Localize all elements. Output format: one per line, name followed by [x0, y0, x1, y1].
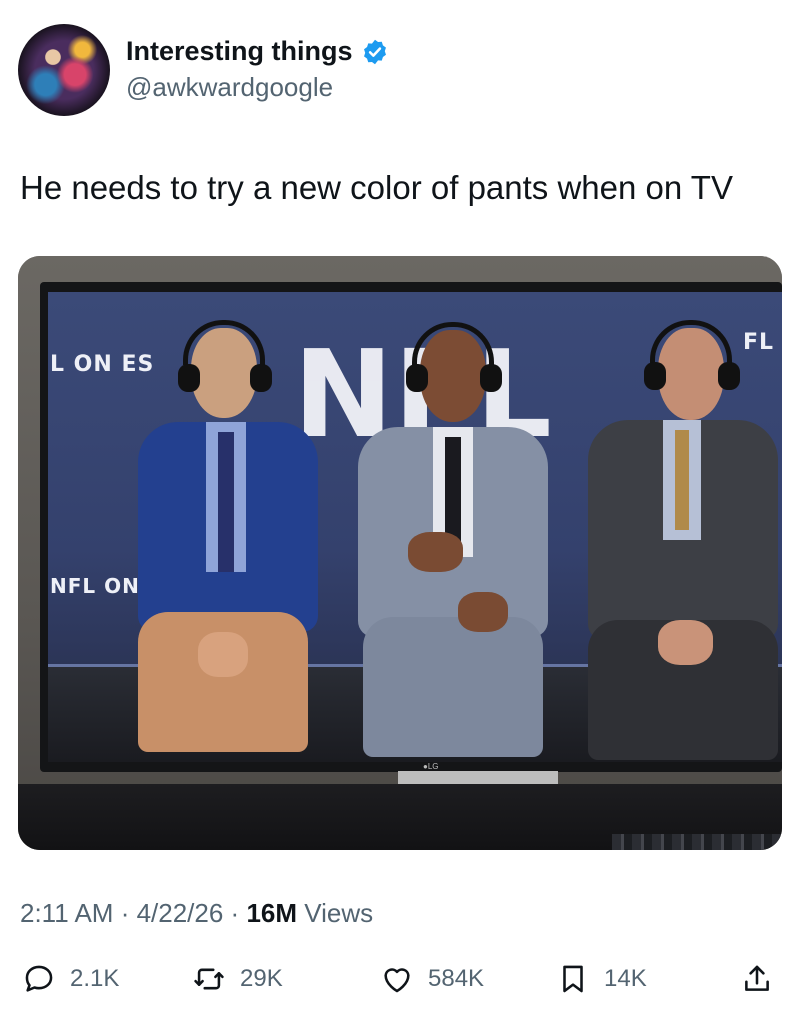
share-button[interactable]	[740, 962, 774, 996]
tv-stand	[398, 771, 558, 785]
author-handle[interactable]: @awkwardgoogle	[126, 72, 333, 103]
author-display-name[interactable]: Interesting things	[126, 36, 353, 67]
author-name-row: Interesting things	[126, 36, 389, 67]
like-button[interactable]: 584K	[380, 962, 484, 996]
reply-count: 2.1K	[70, 965, 120, 992]
heart-icon	[384, 968, 410, 993]
tweet-date[interactable]: 4/22/26	[137, 898, 224, 928]
meta-separator: ·	[223, 898, 247, 928]
left-analyst	[128, 320, 328, 762]
tv-left-lower-banner: NFL ON	[50, 574, 140, 598]
tweet-text: He needs to try a new color of pants whe…	[20, 169, 733, 206]
tv-screen: NFL L ON ES NFL ON FL	[48, 292, 782, 762]
share-icon	[745, 965, 769, 991]
repost-count: 29K	[240, 965, 283, 992]
bookmark-count: 14K	[604, 965, 647, 992]
meta-separator: ·	[113, 898, 137, 928]
tweet-meta: 2:11 AM · 4/22/26 · 16M Views	[20, 898, 373, 929]
repost-button[interactable]: 29K	[192, 962, 283, 996]
views-count: 16M	[246, 898, 298, 928]
reply-icon	[25, 965, 53, 992]
views-label: Views	[297, 898, 374, 928]
author-avatar[interactable]	[18, 24, 110, 116]
bookshelf-books	[612, 834, 782, 850]
reply-button[interactable]: 2.1K	[22, 962, 119, 996]
tweet-photo[interactable]: NFL L ON ES NFL ON FL	[18, 256, 782, 850]
right-analyst	[578, 320, 782, 762]
center-analyst	[348, 322, 558, 762]
bookmark-icon	[563, 965, 583, 993]
action-bar: 2.1K 29K 584K 14K	[0, 962, 800, 1006]
repost-icon	[194, 968, 224, 990]
verified-badge-icon	[363, 39, 386, 64]
like-count: 584K	[428, 965, 485, 992]
bookmark-button[interactable]: 14K	[556, 962, 647, 996]
tv-brand-logo: ●LG	[423, 762, 439, 771]
tweet-time[interactable]: 2:11 AM	[20, 898, 113, 928]
